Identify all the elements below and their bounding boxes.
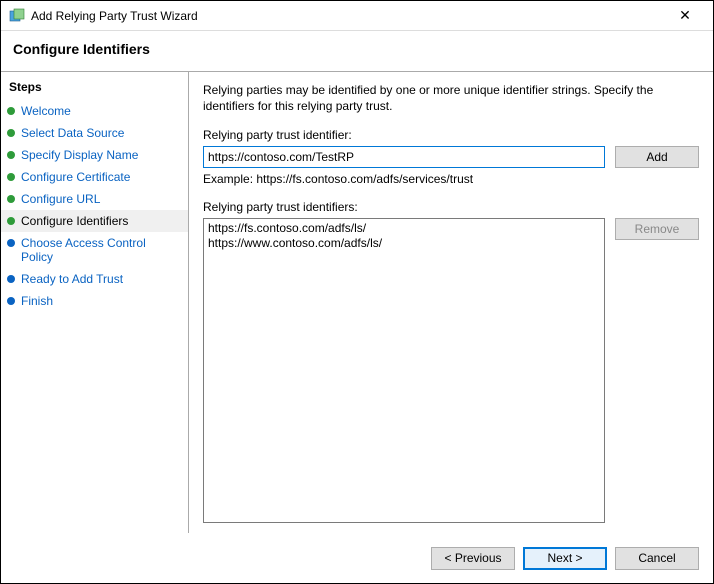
step-bullet-icon (7, 217, 15, 225)
wizard-body: Steps Welcome Select Data Source Specify D… (1, 71, 713, 533)
step-label: Configure URL (21, 192, 100, 206)
step-bullet-icon (7, 151, 15, 159)
main-panel: Relying parties may be identified by one… (189, 72, 713, 533)
step-bullet-icon (7, 239, 15, 247)
app-icon (9, 8, 25, 24)
cancel-button[interactable]: Cancel (615, 547, 699, 570)
example-text: Example: https://fs.contoso.com/adfs/ser… (203, 172, 699, 186)
step-label: Welcome (21, 104, 71, 118)
identifiers-listbox[interactable]: https://fs.contoso.com/adfs/ls/https://w… (203, 218, 605, 523)
page-title: Configure Identifiers (1, 31, 713, 71)
step-specify-display-name[interactable]: Specify Display Name (1, 144, 188, 166)
step-label: Finish (21, 294, 53, 308)
description-text: Relying parties may be identified by one… (203, 82, 699, 114)
identifier-label: Relying party trust identifier: (203, 128, 699, 142)
wizard-footer: < Previous Next > Cancel (1, 533, 713, 583)
step-bullet-icon (7, 129, 15, 137)
steps-header: Steps (1, 78, 188, 100)
step-configure-certificate[interactable]: Configure Certificate (1, 166, 188, 188)
step-label: Select Data Source (21, 126, 124, 140)
step-bullet-icon (7, 107, 15, 115)
step-bullet-icon (7, 275, 15, 283)
next-button[interactable]: Next > (523, 547, 607, 570)
close-button[interactable]: ✕ (665, 2, 705, 30)
wizard-window: Add Relying Party Trust Wizard ✕ Configu… (0, 0, 714, 584)
step-bullet-icon (7, 173, 15, 181)
step-bullet-icon (7, 297, 15, 305)
identifier-input[interactable] (203, 146, 605, 168)
previous-button[interactable]: < Previous (431, 547, 515, 570)
titlebar: Add Relying Party Trust Wizard ✕ (1, 1, 713, 31)
step-finish: Finish (1, 290, 188, 312)
step-label: Ready to Add Trust (21, 272, 123, 286)
list-item[interactable]: https://www.contoso.com/adfs/ls/ (208, 236, 600, 251)
steps-sidebar: Steps Welcome Select Data Source Specify D… (1, 72, 189, 533)
step-choose-access-control-policy: Choose Access Control Policy (1, 232, 188, 268)
step-label: Configure Identifiers (21, 214, 128, 228)
window-title: Add Relying Party Trust Wizard (31, 9, 665, 23)
identifiers-list-label: Relying party trust identifiers: (203, 200, 699, 214)
step-label: Specify Display Name (21, 148, 138, 162)
step-label: Configure Certificate (21, 170, 130, 184)
remove-button[interactable]: Remove (615, 218, 699, 240)
step-configure-identifiers[interactable]: Configure Identifiers (1, 210, 188, 232)
step-configure-url[interactable]: Configure URL (1, 188, 188, 210)
step-ready-to-add-trust: Ready to Add Trust (1, 268, 188, 290)
step-welcome[interactable]: Welcome (1, 100, 188, 122)
step-label: Choose Access Control Policy (21, 236, 180, 264)
step-select-data-source[interactable]: Select Data Source (1, 122, 188, 144)
step-bullet-icon (7, 195, 15, 203)
add-button[interactable]: Add (615, 146, 699, 168)
list-item[interactable]: https://fs.contoso.com/adfs/ls/ (208, 221, 600, 236)
